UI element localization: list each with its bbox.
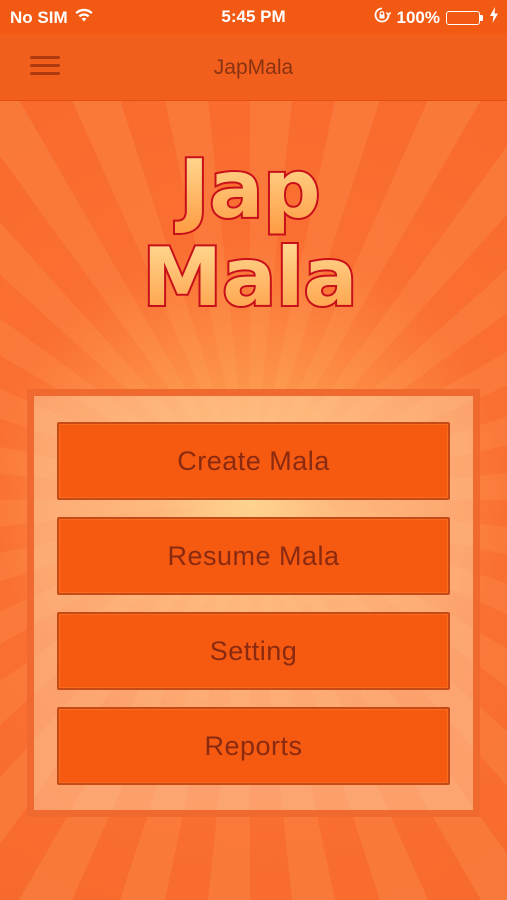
reports-button[interactable]: Reports: [57, 707, 450, 785]
create-mala-button[interactable]: Create Mala: [57, 422, 450, 500]
rotation-lock-icon: [373, 6, 391, 29]
logo-line-1: Jap: [174, 143, 320, 236]
battery-body: [446, 10, 480, 25]
battery-icon: [446, 10, 483, 25]
nav-title: JapMala: [213, 56, 294, 79]
setting-button[interactable]: Setting: [57, 612, 450, 690]
logo-line-2: Mala: [143, 231, 358, 324]
status-right: 100%: [373, 6, 499, 29]
resume-mala-button[interactable]: Resume Mala: [57, 517, 450, 595]
japmala-logo: Jap Mala: [141, 141, 360, 325]
battery-percent: 100%: [396, 7, 440, 27]
nav-bar: JapMala: [0, 34, 507, 101]
charging-bolt-icon: [489, 7, 499, 28]
status-bar: No SIM 5:45 PM 100%: [0, 0, 507, 34]
battery-tip: [480, 14, 483, 21]
